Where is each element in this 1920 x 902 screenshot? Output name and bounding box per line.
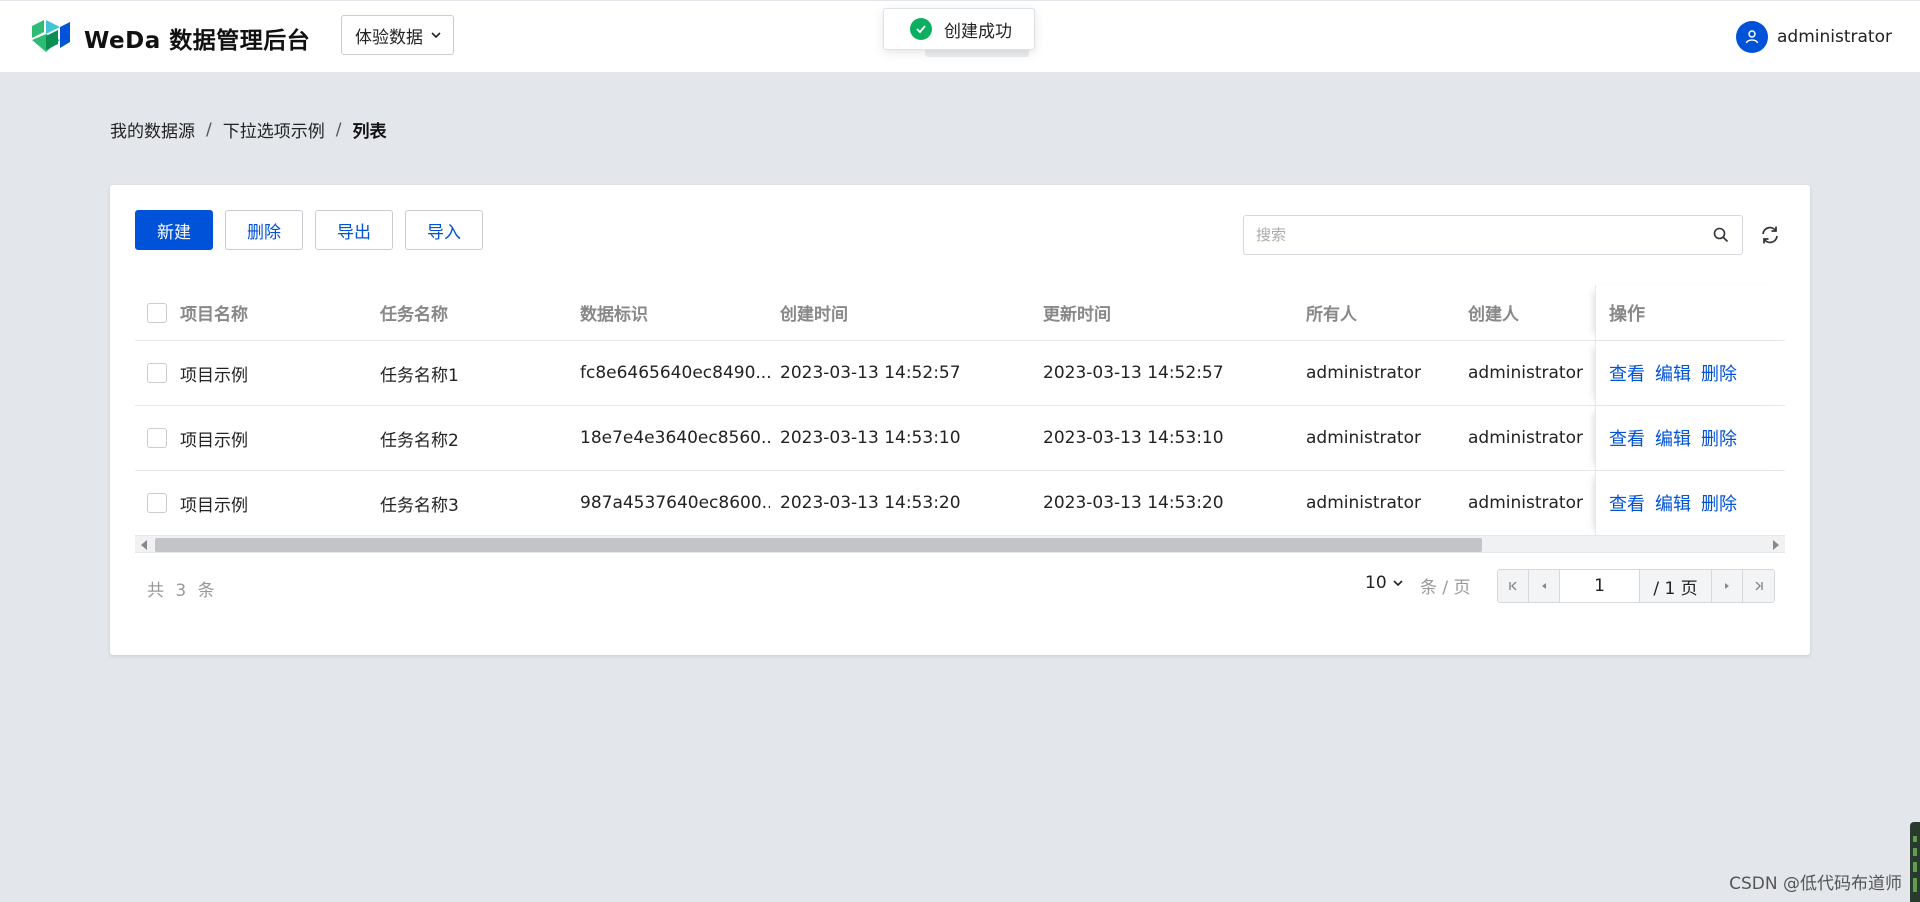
column-header-created[interactable]: 创建时间 bbox=[780, 285, 848, 340]
search-input[interactable] bbox=[1256, 226, 1712, 244]
scroll-left-arrow-icon[interactable] bbox=[141, 540, 147, 550]
cell-creator: administrator bbox=[1468, 428, 1583, 448]
delete-link[interactable]: 删除 bbox=[1701, 360, 1737, 386]
list-card: 新建 删除 导出 导入 项目名称 任务名称 数据标识 创建时间 更新时间 所有人… bbox=[110, 185, 1810, 655]
per-page-label: 条 / 页 bbox=[1420, 578, 1471, 598]
delete-link[interactable]: 删除 bbox=[1701, 425, 1737, 451]
delete-link[interactable]: 删除 bbox=[1701, 490, 1737, 516]
column-header-operations: 操作 bbox=[1609, 303, 1645, 325]
cell-task: 任务名称1 bbox=[380, 365, 459, 386]
cell-project: 项目示例 bbox=[180, 430, 248, 451]
column-header-updated[interactable]: 更新时间 bbox=[1043, 285, 1111, 340]
edit-link[interactable]: 编辑 bbox=[1655, 490, 1691, 516]
cell-data-id: 18e7e4e3640ec8560... bbox=[580, 428, 770, 448]
next-page-icon[interactable] bbox=[1712, 570, 1743, 602]
refresh-icon[interactable] bbox=[1758, 223, 1782, 247]
row-actions: 查看 编辑 删除 bbox=[1609, 406, 1747, 470]
row-actions: 查看 编辑 删除 bbox=[1609, 471, 1747, 535]
view-link[interactable]: 查看 bbox=[1609, 360, 1645, 386]
edit-link[interactable]: 编辑 bbox=[1655, 425, 1691, 451]
cell-project: 项目示例 bbox=[180, 495, 248, 516]
total-count: 共 3 条 bbox=[147, 581, 218, 601]
toast-message: 创建成功 bbox=[944, 21, 1012, 42]
data-table: 项目名称 任务名称 数据标识 创建时间 更新时间 所有人 创建人 操作 项目示例… bbox=[135, 285, 1785, 536]
side-widget-handle[interactable] bbox=[1910, 822, 1920, 902]
column-header-project[interactable]: 项目名称 bbox=[180, 285, 248, 340]
row-actions: 查看 编辑 删除 bbox=[1609, 341, 1747, 405]
scroll-right-arrow-icon[interactable] bbox=[1773, 540, 1779, 550]
cell-created: 2023-03-13 14:53:20 bbox=[780, 493, 961, 513]
column-header-creator[interactable]: 创建人 bbox=[1468, 285, 1519, 340]
column-header-owner[interactable]: 所有人 bbox=[1306, 285, 1357, 340]
column-header-data-id[interactable]: 数据标识 bbox=[580, 285, 648, 340]
scrollbar-thumb[interactable] bbox=[155, 538, 1482, 552]
cell-creator: administrator bbox=[1468, 363, 1583, 383]
table-row: 项目示例 任务名称2 18e7e4e3640ec8560... 2023-03-… bbox=[135, 406, 1785, 471]
total-pages-label: / 1 页 bbox=[1640, 570, 1712, 602]
row-checkbox[interactable] bbox=[147, 493, 167, 513]
cell-updated: 2023-03-13 14:52:57 bbox=[1043, 363, 1224, 383]
cell-created: 2023-03-13 14:52:57 bbox=[780, 363, 961, 383]
search-box bbox=[1243, 215, 1743, 255]
select-all-checkbox[interactable] bbox=[147, 302, 167, 323]
cell-data-id: fc8e6465640ec8490... bbox=[580, 363, 770, 383]
user-name: administrator bbox=[1777, 27, 1892, 47]
table-row: 项目示例 任务名称1 fc8e6465640ec8490... 2023-03-… bbox=[135, 341, 1785, 406]
user-menu[interactable]: administrator bbox=[1736, 21, 1892, 53]
row-checkbox[interactable] bbox=[147, 363, 167, 383]
cell-owner: administrator bbox=[1306, 363, 1421, 383]
cell-task: 任务名称2 bbox=[380, 430, 459, 451]
breadcrumb-separator: / bbox=[206, 119, 212, 140]
success-toast: 创建成功 bbox=[883, 8, 1035, 50]
page-size-value: 10 bbox=[1365, 573, 1387, 593]
table-header-row: 项目名称 任务名称 数据标识 创建时间 更新时间 所有人 创建人 操作 bbox=[135, 285, 1785, 341]
pagination: 1 / 1 页 bbox=[1497, 569, 1775, 603]
dataset-select[interactable]: 体验数据 bbox=[341, 15, 454, 55]
cell-task: 任务名称3 bbox=[380, 495, 459, 516]
first-page-icon[interactable] bbox=[1498, 570, 1529, 602]
chevron-down-icon bbox=[431, 32, 441, 39]
search-icon[interactable] bbox=[1712, 226, 1730, 244]
cell-owner: administrator bbox=[1306, 428, 1421, 448]
edit-link[interactable]: 编辑 bbox=[1655, 360, 1691, 386]
cell-creator: administrator bbox=[1468, 493, 1583, 513]
app-title: WeDa 数据管理后台 bbox=[84, 28, 311, 54]
last-page-icon[interactable] bbox=[1743, 570, 1774, 602]
column-header-task[interactable]: 任务名称 bbox=[380, 285, 448, 340]
breadcrumb: 我的数据源 / 下拉选项示例 / 列表 bbox=[110, 117, 387, 143]
breadcrumb-separator: / bbox=[335, 119, 342, 140]
horizontal-scrollbar[interactable] bbox=[135, 535, 1785, 553]
export-button[interactable]: 导出 bbox=[315, 210, 393, 250]
new-button[interactable]: 新建 bbox=[135, 210, 213, 250]
watermark: CSDN @低代码布道师 bbox=[1729, 874, 1902, 894]
breadcrumb-current: 列表 bbox=[352, 122, 387, 142]
import-button[interactable]: 导入 bbox=[405, 210, 483, 250]
page-number-input[interactable]: 1 bbox=[1560, 570, 1640, 602]
cell-owner: administrator bbox=[1306, 493, 1421, 513]
cell-updated: 2023-03-13 14:53:10 bbox=[1043, 428, 1224, 448]
row-checkbox[interactable] bbox=[147, 428, 167, 448]
prev-page-icon[interactable] bbox=[1529, 570, 1560, 602]
table-row: 项目示例 任务名称3 987a4537640ec8600... 2023-03-… bbox=[135, 471, 1785, 536]
page-size-select[interactable]: 10 bbox=[1365, 573, 1405, 593]
cell-data-id: 987a4537640ec8600... bbox=[580, 493, 770, 513]
chevron-down-icon bbox=[1393, 580, 1403, 587]
weda-logo-icon bbox=[32, 20, 70, 52]
delete-button[interactable]: 删除 bbox=[225, 210, 303, 250]
view-link[interactable]: 查看 bbox=[1609, 490, 1645, 516]
view-link[interactable]: 查看 bbox=[1609, 425, 1645, 451]
user-avatar-icon bbox=[1736, 21, 1769, 53]
cell-project: 项目示例 bbox=[180, 365, 248, 386]
check-circle-icon bbox=[910, 18, 932, 40]
cell-updated: 2023-03-13 14:53:20 bbox=[1043, 493, 1224, 513]
dataset-select-value: 体验数据 bbox=[355, 27, 423, 48]
breadcrumb-item-dropdown-example[interactable]: 下拉选项示例 bbox=[223, 117, 325, 142]
cell-created: 2023-03-13 14:53:10 bbox=[780, 428, 961, 448]
breadcrumb-item-datasources[interactable]: 我的数据源 bbox=[110, 117, 195, 142]
